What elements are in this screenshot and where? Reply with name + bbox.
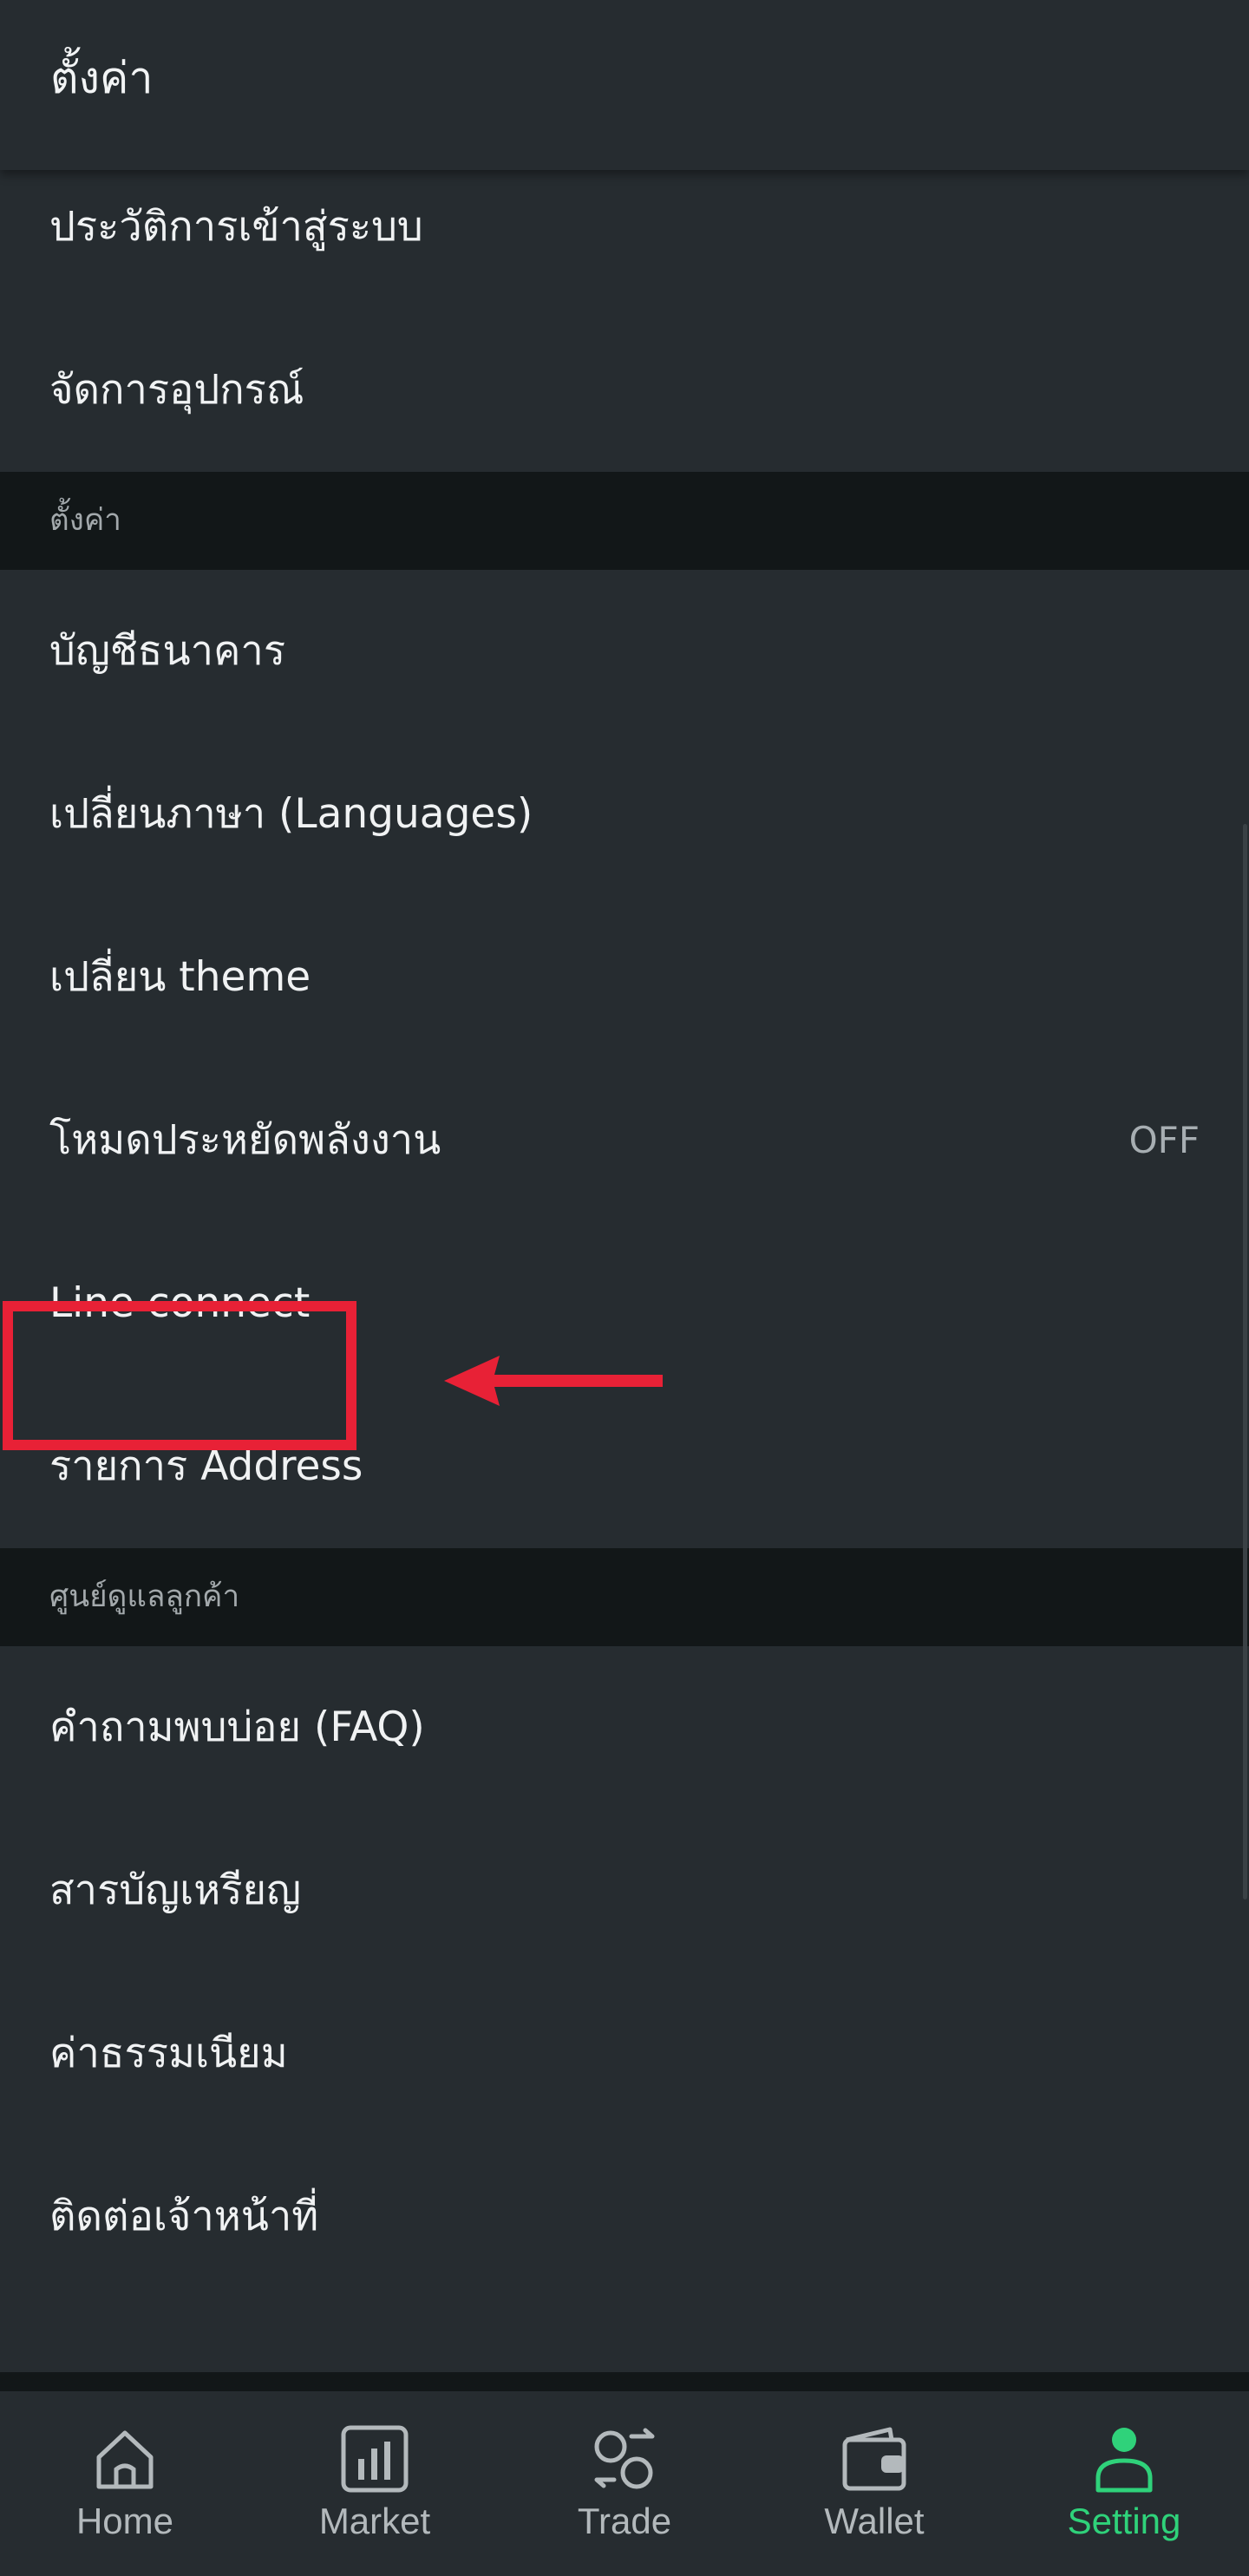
menu-item-label: บัญชีธนาคาร (49, 627, 286, 675)
section-title: ตั้งค่า (49, 503, 121, 538)
menu-item-power-saving[interactable]: โหมดประหยัดพลังงาน OFF (0, 1059, 1249, 1222)
trade-exchange-icon (594, 2428, 655, 2489)
nav-setting[interactable]: Setting (999, 2391, 1249, 2576)
nav-label: Wallet (824, 2501, 925, 2541)
nav-trade[interactable]: Trade (500, 2391, 749, 2576)
nav-label: Trade (577, 2501, 672, 2541)
user-profile-icon (1095, 2428, 1153, 2493)
menu-item-login-history[interactable]: ประวัติการเข้าสู่ระบบ (0, 146, 1249, 309)
menu-item-label: ติดต่อเจ้าหน้าที่ (49, 2193, 319, 2240)
menu-item-address-list[interactable]: รายการ Address (0, 1385, 1249, 1548)
menu-item-label: ค่าธรรมเนียม (49, 2030, 288, 2077)
menu-item-coin-directory[interactable]: สารบัญเหรียญ (0, 1809, 1249, 1972)
power-saving-status: OFF (1128, 1119, 1200, 1161)
menu-item-label: จัดการอุปกรณ์ (49, 366, 304, 414)
menu-item-label: โหมดประหยัดพลังงาน (49, 1116, 441, 1164)
menu-item-label: รายการ Address (49, 1442, 363, 1490)
nav-divider (0, 2372, 1249, 2391)
page-title: ตั้งค่า (50, 53, 154, 103)
section-header-settings: ตั้งค่า (0, 472, 1249, 570)
settings-list: ประวัติการเข้าสู่ระบบ จัดการอุปกรณ์ ตั้ง… (0, 146, 1249, 2298)
nav-home[interactable]: Home (0, 2391, 250, 2576)
menu-item-fees[interactable]: ค่าธรรมเนียม (0, 1972, 1249, 2135)
menu-item-label: ประวัติการเข้าสู่ระบบ (49, 203, 423, 251)
menu-item-theme[interactable]: เปลี่ยน theme (0, 896, 1249, 1059)
wallet-icon (842, 2427, 906, 2491)
market-chart-icon (341, 2425, 409, 2493)
annotation-arrow-icon (444, 1356, 663, 1406)
menu-item-manage-devices[interactable]: จัดการอุปกรณ์ (0, 309, 1249, 472)
home-icon (96, 2430, 154, 2489)
scrollbar[interactable] (1243, 824, 1247, 1899)
menu-item-label: Line connect (49, 1279, 311, 1327)
bottom-nav: Home Market Trade Wallet Setting (0, 2391, 1249, 2576)
menu-item-label: คำถามพบบ่อย (FAQ) (49, 1703, 425, 1751)
nav-wallet[interactable]: Wallet (749, 2391, 999, 2576)
menu-item-label: เปลี่ยน theme (49, 953, 311, 1001)
section-title: ศูนย์ดูแลลูกค้า (49, 1579, 240, 1614)
section-header-customer-support: ศูนย์ดูแลลูกค้า (0, 1548, 1249, 1646)
nav-market[interactable]: Market (250, 2391, 500, 2576)
menu-item-label: เปลี่ยนภาษา (Languages) (49, 790, 533, 838)
app-header: ตั้งค่า (0, 0, 1249, 170)
menu-item-label: สารบัญเหรียญ (49, 1867, 302, 1914)
nav-label: Market (318, 2501, 431, 2541)
menu-item-faq[interactable]: คำถามพบบ่อย (FAQ) (0, 1646, 1249, 1809)
nav-label: Setting (1067, 2501, 1181, 2541)
menu-item-bank-account[interactable]: บัญชีธนาคาร (0, 570, 1249, 733)
menu-item-languages[interactable]: เปลี่ยนภาษา (Languages) (0, 733, 1249, 896)
nav-label: Home (75, 2501, 174, 2541)
menu-item-contact-staff[interactable]: ติดต่อเจ้าหน้าที่ (0, 2135, 1249, 2298)
